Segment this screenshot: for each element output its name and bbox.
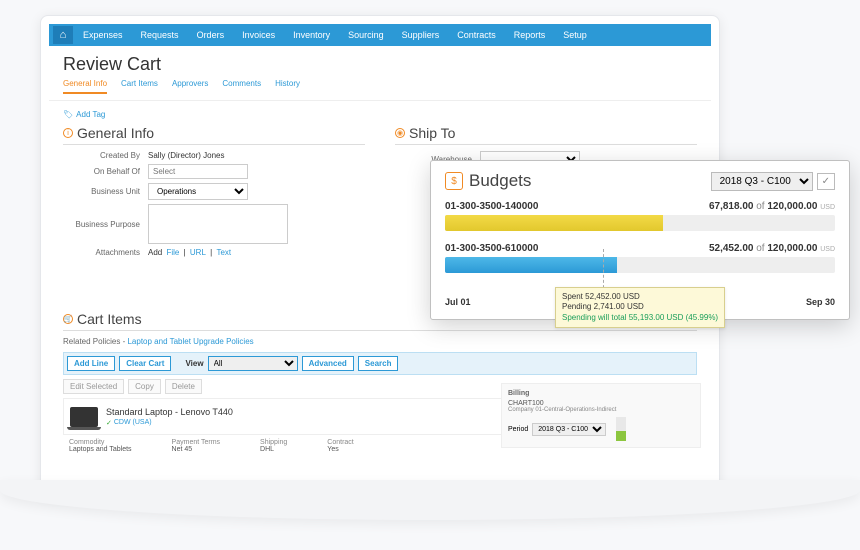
budgets-popup: $ Budgets 2018 Q3 - C100 ✓ 01-300-3500-14… xyxy=(430,160,850,320)
nav-contracts[interactable]: Contracts xyxy=(449,30,504,40)
home-icon[interactable]: ⌂ xyxy=(53,26,73,44)
terms-label: Payment Terms xyxy=(172,439,221,446)
related-policy-link[interactable]: Laptop and Tablet Upgrade Policies xyxy=(127,337,253,346)
budget-used-2: 52,452.00 xyxy=(709,243,754,254)
billing-heading: Billing xyxy=(508,390,694,397)
tab-approvers[interactable]: Approvers xyxy=(172,79,208,94)
bp-textarea[interactable] xyxy=(148,204,288,244)
add-tag-link[interactable]: Add Tag xyxy=(63,110,105,119)
billing-chart: CHART100 xyxy=(508,400,694,407)
on-behalf-input[interactable] xyxy=(148,164,248,179)
nav-reports[interactable]: Reports xyxy=(506,30,554,40)
attach-add-text: Add xyxy=(148,248,162,257)
budget-row-2: 01-300-3500-610000 52,452.00 of 120,000.… xyxy=(445,243,835,273)
general-heading: General Info xyxy=(77,125,154,141)
on-behalf-label: On Behalf Of xyxy=(63,167,148,176)
add-line-button[interactable]: Add Line xyxy=(67,356,115,371)
attach-label: Attachments xyxy=(63,248,148,257)
nav-inventory[interactable]: Inventory xyxy=(285,30,338,40)
created-by-value: Sally (Director) Jones xyxy=(148,151,224,160)
general-info-section: i General Info Created BySally (Director)… xyxy=(63,125,365,261)
budget-total-1: 120,000.00 xyxy=(767,201,817,212)
period-label: Period xyxy=(508,426,528,433)
page-title: Review Cart xyxy=(49,46,711,79)
search-button[interactable]: Search xyxy=(358,356,399,371)
nav-orders[interactable]: Orders xyxy=(189,30,233,40)
tab-history[interactable]: History xyxy=(275,79,300,94)
nav-expenses[interactable]: Expenses xyxy=(75,30,131,40)
info-icon: i xyxy=(63,128,73,138)
related-policies: Related Policies - Laptop and Tablet Upg… xyxy=(63,337,697,346)
budget-used-1: 67,818.00 xyxy=(709,201,754,212)
top-nav: ⌂ Expenses Requests Orders Invoices Inve… xyxy=(49,24,711,46)
nav-invoices[interactable]: Invoices xyxy=(234,30,283,40)
shipto-heading: Ship To xyxy=(409,125,455,141)
view-select[interactable]: All xyxy=(208,356,298,371)
nav-sourcing[interactable]: Sourcing xyxy=(340,30,392,40)
budget-cur-1: USD xyxy=(820,204,835,211)
nav-requests[interactable]: Requests xyxy=(133,30,187,40)
item-vendor[interactable]: CDW (USA) xyxy=(106,419,152,427)
attach-text-link[interactable]: Text xyxy=(216,248,231,257)
copy-button[interactable]: Copy xyxy=(128,379,161,394)
tooltip-spending: Spending will total 55,193.00 USD (45.99… xyxy=(562,313,718,323)
cart-heading: Cart Items xyxy=(77,311,142,327)
tooltip-pending: Pending 2,741.00 USD xyxy=(562,302,718,312)
period-select[interactable]: 2018 Q3 - C100 xyxy=(532,423,606,436)
budget-row-1: 01-300-3500-140000 67,818.00 of 120,000.… xyxy=(445,201,835,231)
cart-toolbar: Add Line Clear Cart View All Advanced Se… xyxy=(63,352,697,375)
nav-setup[interactable]: Setup xyxy=(555,30,595,40)
shipping-value: DHL xyxy=(260,446,274,453)
tab-general-info[interactable]: General Info xyxy=(63,79,107,94)
budget-bar-2 xyxy=(445,257,835,273)
tab-comments[interactable]: Comments xyxy=(222,79,261,94)
budgets-period-select[interactable]: 2018 Q3 - C100 xyxy=(711,172,813,191)
billing-company: Company 01-Central-Operations-Indirect xyxy=(508,407,694,413)
budget-acct-2: 01-300-3500-610000 xyxy=(445,243,538,254)
mini-bar-icon xyxy=(616,417,626,441)
bp-label: Business Purpose xyxy=(63,220,148,229)
laptop-base xyxy=(0,480,860,520)
tooltip-spent: Spent 52,452.00 USD xyxy=(562,292,718,302)
shipto-icon: ◉ xyxy=(395,128,405,138)
chevron-down-icon[interactable]: ✓ xyxy=(817,173,835,190)
attach-file-link[interactable]: File xyxy=(166,248,179,257)
cart-icon: 🛒 xyxy=(63,314,73,324)
commodity-label: Commodity xyxy=(69,439,132,446)
commodity-value: Laptops and Tablets xyxy=(69,446,132,453)
tab-cart-items[interactable]: Cart Items xyxy=(121,79,158,94)
contract-label: Contract xyxy=(327,439,353,446)
budgets-icon: $ xyxy=(445,172,463,190)
delete-button[interactable]: Delete xyxy=(165,379,202,394)
bu-label: Business Unit xyxy=(63,187,148,196)
view-label: View xyxy=(185,359,203,368)
budget-cur-2: USD xyxy=(820,246,835,253)
attach-url-link[interactable]: URL xyxy=(190,248,206,257)
budget-acct-1: 01-300-3500-140000 xyxy=(445,201,538,212)
terms-value: Net 45 xyxy=(172,446,193,453)
budget-tooltip: Spent 52,452.00 USD Pending 2,741.00 USD… xyxy=(555,287,725,328)
timeline-start: Jul 01 xyxy=(445,297,471,307)
timeline-end: Sep 30 xyxy=(806,297,835,307)
laptop-icon xyxy=(70,407,98,427)
budget-bar-1 xyxy=(445,215,835,231)
shipping-label: Shipping xyxy=(260,439,287,446)
budget-timeline: Spent 52,452.00 USD Pending 2,741.00 USD… xyxy=(445,297,835,307)
tabs: General Info Cart Items Approvers Commen… xyxy=(49,79,711,101)
clear-cart-button[interactable]: Clear Cart xyxy=(119,356,171,371)
nav-suppliers[interactable]: Suppliers xyxy=(394,30,448,40)
billing-panel: Billing CHART100 Company 01-Central-Oper… xyxy=(501,383,701,448)
created-by-label: Created By xyxy=(63,151,148,160)
bu-select[interactable]: Operations xyxy=(148,183,248,200)
budget-total-2: 120,000.00 xyxy=(767,243,817,254)
advanced-button[interactable]: Advanced xyxy=(302,356,354,371)
contract-value: Yes xyxy=(327,446,338,453)
edit-selected-button[interactable]: Edit Selected xyxy=(63,379,124,394)
budgets-heading: Budgets xyxy=(469,171,531,191)
